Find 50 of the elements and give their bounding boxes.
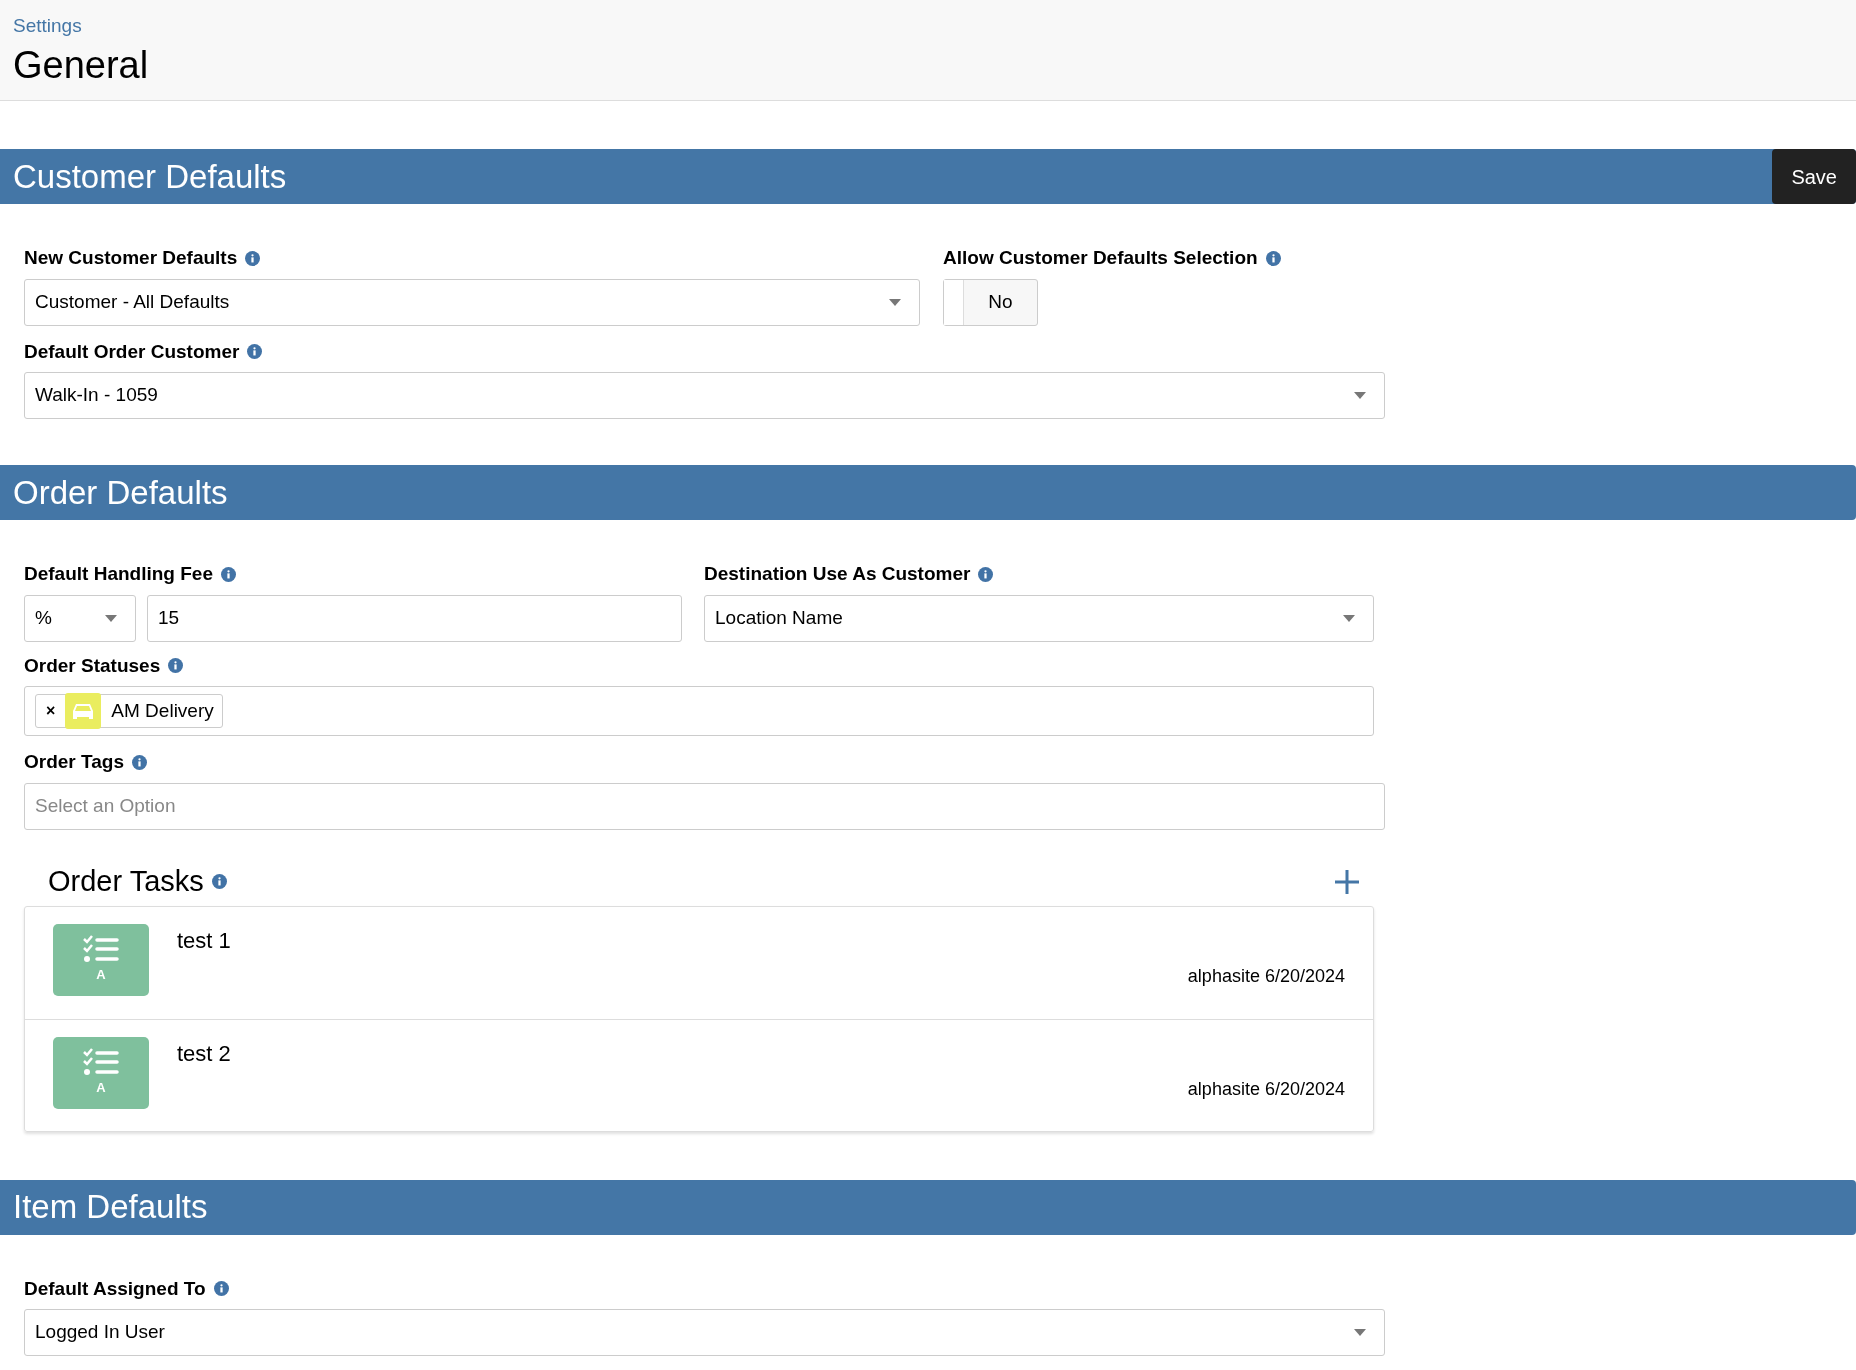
field-label: New Customer Defaults	[24, 246, 238, 270]
select-field[interactable]: Customer - All Defaults	[24, 278, 920, 326]
task-meta: alphasite 6/20/2024	[1187, 964, 1345, 988]
fee-input[interactable]: 15	[147, 594, 682, 642]
caret-icon	[1343, 614, 1355, 622]
car-icon	[71, 701, 96, 721]
info-icon	[245, 250, 261, 266]
toggle-switch[interactable]: No	[943, 278, 1038, 326]
field-label: Allow Customer Defaults Selection	[943, 246, 1258, 270]
section-header: Customer Defaults Save	[0, 149, 1856, 204]
info-icon	[247, 344, 263, 360]
task-name: test 1	[177, 926, 232, 955]
field-label: Default Handling Fee	[24, 562, 213, 586]
save-button[interactable]: Save	[1772, 149, 1856, 204]
field-label: Order Tags	[24, 750, 124, 774]
info-icon	[1265, 250, 1281, 266]
tags-input[interactable]: Select an Option	[24, 782, 1385, 830]
badge-letter: A	[96, 1078, 106, 1097]
caret-icon	[889, 298, 901, 306]
checklist-icon	[83, 934, 119, 963]
chip-label: AM Delivery	[111, 698, 214, 723]
section-header: Item Defaults	[0, 1179, 1856, 1235]
field-label: Destination Use As Customer	[704, 562, 971, 586]
breadcrumb-link[interactable]: Settings	[13, 12, 1843, 41]
info-icon	[213, 1281, 229, 1297]
subsection-title: Order Tasks	[48, 863, 204, 899]
caret-icon	[1354, 392, 1366, 399]
add-icon[interactable]	[1334, 868, 1360, 895]
field-label: Default Order Customer	[24, 339, 240, 364]
info-icon	[168, 658, 184, 674]
caret-icon	[105, 614, 117, 622]
page-title: General	[13, 42, 150, 88]
info-icon	[978, 566, 994, 582]
field-label: Order Statuses	[24, 653, 161, 678]
badge-letter: A	[96, 965, 106, 984]
task-meta: alphasite 6/20/2024	[1187, 1077, 1345, 1101]
multi-select-field[interactable]: × AM Delivery	[24, 686, 1374, 736]
select-field[interactable]: Logged In User	[24, 1309, 1385, 1356]
select-field[interactable]: Location Name	[704, 594, 1374, 642]
checklist-icon	[83, 1047, 119, 1076]
caret-icon	[1354, 1329, 1366, 1336]
info-icon	[211, 874, 227, 889]
info-icon	[220, 566, 236, 582]
section-header: Order Defaults	[0, 465, 1856, 520]
info-icon	[131, 754, 147, 770]
field-label: Default Assigned To	[24, 1276, 206, 1301]
select-field[interactable]: Walk-In - 1059	[24, 372, 1385, 419]
select-field[interactable]: %	[24, 594, 136, 642]
remove-chip-button[interactable]: ×	[36, 699, 66, 723]
task-name: test 2	[177, 1039, 232, 1068]
